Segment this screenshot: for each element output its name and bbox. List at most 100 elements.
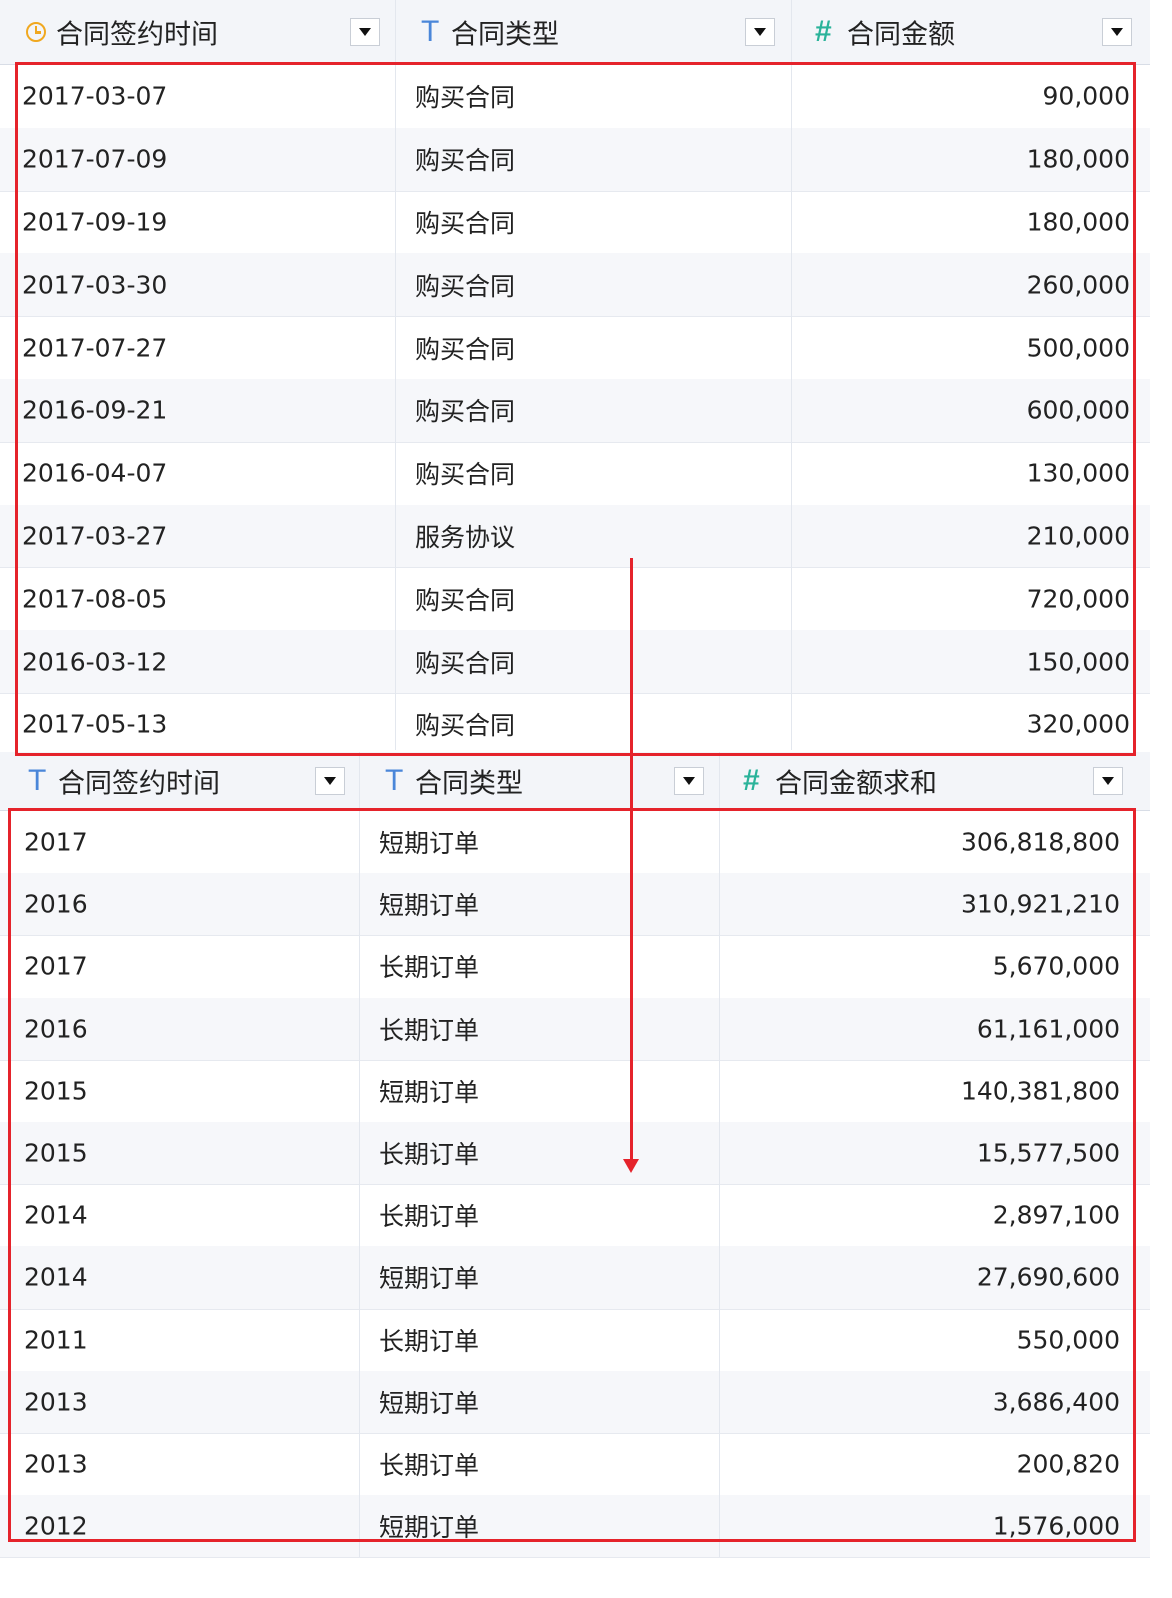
table-row[interactable]: 2016-04-07 购买合同 130,000	[0, 441, 1150, 506]
type-cell[interactable]: 短期订单	[359, 1246, 720, 1309]
type-cell[interactable]: 购买合同	[395, 65, 792, 128]
table-row[interactable]: 2017 短期订单 306,818,800	[0, 811, 1150, 875]
dropdown-button[interactable]	[350, 18, 380, 46]
header-contract-type[interactable]: T 合同类型	[359, 752, 720, 810]
type-cell[interactable]: 短期订单	[359, 1059, 720, 1122]
header-contract-type[interactable]: T 合同类型	[395, 0, 792, 64]
date-cell[interactable]: 2014	[0, 1184, 360, 1247]
amount-cell[interactable]: 130,000	[791, 442, 1150, 505]
table-row[interactable]: 2017-09-19 购买合同 180,000	[0, 190, 1150, 255]
table-row[interactable]: 2016-09-21 购买合同 600,000	[0, 379, 1150, 443]
amount-sum-cell[interactable]: 3,686,400	[719, 1371, 1150, 1433]
table-row[interactable]: 2014 长期订单 2,897,100	[0, 1184, 1150, 1248]
amount-sum-cell[interactable]: 310,921,210	[719, 873, 1150, 935]
date-cell[interactable]: 2016	[0, 873, 360, 936]
amount-cell[interactable]: 500,000	[791, 316, 1150, 379]
table-row[interactable]: 2017-07-09 购买合同 180,000	[0, 127, 1150, 192]
table-row[interactable]: 2012 短期订单 1,576,000	[0, 1495, 1150, 1559]
table-row[interactable]: 2017-07-27 购买合同 500,000	[0, 316, 1150, 380]
dropdown-button[interactable]	[1102, 18, 1132, 46]
table-row[interactable]: 2017-03-07 购买合同 90,000	[0, 65, 1150, 129]
amount-sum-cell[interactable]: 2,897,100	[719, 1184, 1150, 1246]
date-cell[interactable]: 2017-07-27	[0, 316, 396, 379]
date-cell[interactable]: 2016	[0, 997, 360, 1060]
type-cell[interactable]: 长期订单	[359, 1308, 720, 1371]
type-cell[interactable]: 短期订单	[359, 1370, 720, 1433]
amount-cell[interactable]: 210,000	[791, 505, 1150, 568]
amount-sum-cell[interactable]: 61,161,000	[719, 998, 1150, 1060]
amount-cell[interactable]: 150,000	[791, 630, 1150, 693]
date-cell[interactable]: 2017-09-19	[0, 190, 396, 254]
date-cell[interactable]: 2012	[0, 1495, 360, 1558]
date-cell[interactable]: 2017-03-30	[0, 253, 396, 317]
header-amount-sum[interactable]: # 合同金额求和	[719, 752, 1150, 810]
type-cell[interactable]: 长期订单	[359, 1122, 720, 1185]
amount-sum-cell[interactable]: 15,577,500	[719, 1122, 1150, 1184]
table-row[interactable]: 2017-08-05 购买合同 720,000	[0, 567, 1150, 632]
amount-sum-cell[interactable]: 27,690,600	[719, 1246, 1150, 1308]
type-cell[interactable]: 购买合同	[395, 379, 792, 442]
amount-cell[interactable]: 180,000	[791, 128, 1150, 191]
dropdown-button[interactable]	[315, 767, 345, 795]
type-cell[interactable]: 长期订单	[359, 935, 720, 998]
type-cell[interactable]: 购买合同	[395, 567, 792, 631]
date-cell[interactable]: 2014	[0, 1246, 360, 1309]
header-contract-date[interactable]: T 合同签约时间	[0, 752, 360, 810]
type-cell[interactable]: 购买合同	[395, 316, 792, 379]
table-row[interactable]: 2015 长期订单 15,577,500	[0, 1122, 1150, 1186]
amount-cell[interactable]: 180,000	[791, 191, 1150, 254]
amount-cell[interactable]: 720,000	[791, 567, 1150, 630]
dropdown-button[interactable]	[745, 18, 775, 46]
date-cell[interactable]: 2016-04-07	[0, 441, 396, 505]
date-cell[interactable]: 2017	[0, 935, 360, 998]
date-cell[interactable]: 2013	[0, 1433, 360, 1496]
amount-cell[interactable]: 260,000	[791, 253, 1150, 316]
table-row[interactable]: 2017 长期订单 5,670,000	[0, 935, 1150, 999]
type-cell[interactable]: 购买合同	[395, 693, 792, 750]
table-row[interactable]: 2017-03-27 服务协议 210,000	[0, 504, 1150, 569]
table-row[interactable]: 2013 短期订单 3,686,400	[0, 1370, 1150, 1434]
type-cell[interactable]: 购买合同	[395, 190, 792, 254]
type-cell[interactable]: 购买合同	[395, 253, 792, 317]
type-cell[interactable]: 短期订单	[359, 873, 720, 936]
type-cell[interactable]: 购买合同	[395, 630, 792, 693]
table-row[interactable]: 2017-05-13 购买合同 320,000	[0, 693, 1150, 750]
date-cell[interactable]: 2017-07-09	[0, 127, 396, 191]
table-row[interactable]: 2017-03-30 购买合同 260,000	[0, 253, 1150, 318]
date-cell[interactable]: 2016-03-12	[0, 630, 396, 693]
amount-sum-cell[interactable]: 5,670,000	[719, 935, 1150, 997]
date-cell[interactable]: 2017-03-27	[0, 504, 396, 568]
table-row[interactable]: 2013 长期订单 200,820	[0, 1433, 1150, 1497]
header-contract-date[interactable]: 合同签约时间	[0, 0, 396, 64]
amount-sum-cell[interactable]: 140,381,800	[719, 1060, 1150, 1122]
date-cell[interactable]: 2017-03-07	[0, 65, 396, 128]
table-row[interactable]: 2011 长期订单 550,000	[0, 1308, 1150, 1372]
type-cell[interactable]: 短期订单	[359, 811, 720, 874]
amount-cell[interactable]: 90,000	[791, 65, 1150, 128]
type-cell[interactable]: 长期订单	[359, 1184, 720, 1247]
date-cell[interactable]: 2015	[0, 1059, 360, 1122]
type-cell[interactable]: 短期订单	[359, 1495, 720, 1558]
date-cell[interactable]: 2015	[0, 1122, 360, 1185]
date-cell[interactable]: 2016-09-21	[0, 379, 396, 442]
dropdown-button[interactable]	[1093, 767, 1123, 795]
date-cell[interactable]: 2013	[0, 1370, 360, 1433]
date-cell[interactable]: 2017-05-13	[0, 693, 396, 750]
type-cell[interactable]: 购买合同	[395, 441, 792, 505]
amount-sum-cell[interactable]: 306,818,800	[719, 811, 1150, 873]
amount-cell[interactable]: 320,000	[791, 693, 1150, 750]
date-cell[interactable]: 2017	[0, 811, 360, 874]
type-cell[interactable]: 服务协议	[395, 504, 792, 568]
amount-cell[interactable]: 600,000	[791, 379, 1150, 442]
table-row[interactable]: 2016 短期订单 310,921,210	[0, 873, 1150, 937]
type-cell[interactable]: 长期订单	[359, 997, 720, 1060]
date-cell[interactable]: 2017-08-05	[0, 567, 396, 631]
type-cell[interactable]: 购买合同	[395, 127, 792, 191]
table-row[interactable]: 2015 短期订单 140,381,800	[0, 1059, 1150, 1123]
table-row[interactable]: 2016 长期订单 61,161,000	[0, 997, 1150, 1061]
amount-sum-cell[interactable]: 550,000	[719, 1309, 1150, 1371]
header-contract-amount[interactable]: # 合同金额	[791, 0, 1150, 64]
table-row[interactable]: 2016-03-12 购买合同 150,000	[0, 630, 1150, 694]
table-row[interactable]: 2014 短期订单 27,690,600	[0, 1246, 1150, 1310]
dropdown-button[interactable]	[674, 767, 704, 795]
